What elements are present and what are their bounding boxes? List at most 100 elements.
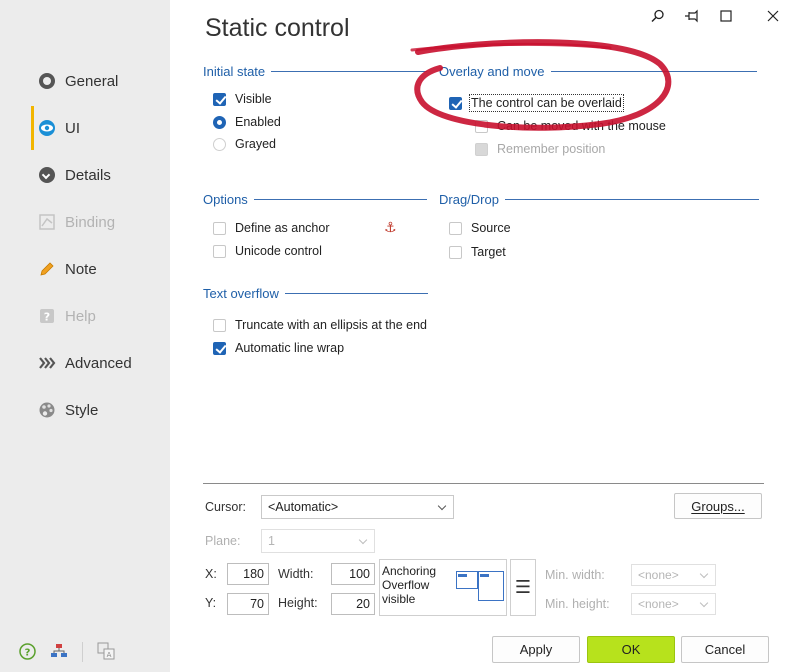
maximize-icon[interactable] <box>715 6 737 26</box>
anchoring-label: Anchoring <box>382 564 437 578</box>
search-icon[interactable] <box>647 6 669 26</box>
min-height-select[interactable]: <none> <box>631 593 716 615</box>
close-icon[interactable] <box>762 6 784 26</box>
group-divider <box>284 293 428 294</box>
moved-checkbox[interactable]: Can be moved with the mouse <box>475 119 666 133</box>
svg-text:A: A <box>107 651 112 659</box>
help-icon: ? <box>38 307 56 325</box>
width-input[interactable]: 100 <box>331 563 375 585</box>
min-height-value: <none> <box>638 597 679 611</box>
truncate-ellipsis-checkbox[interactable]: Truncate with an ellipsis at the end <box>213 318 427 332</box>
group-overlay-move: Overlay and move <box>439 64 757 79</box>
checkbox-label: Define as anchor <box>235 221 330 235</box>
source-checkbox[interactable]: Source <box>449 221 511 235</box>
checkbox-label: Source <box>471 221 511 235</box>
hierarchy-icon[interactable] <box>50 642 68 660</box>
sidebar-item-note[interactable]: Note <box>38 255 97 283</box>
cursor-value: <Automatic> <box>268 500 339 514</box>
chevron-down-icon <box>358 535 368 545</box>
cancel-button[interactable]: Cancel <box>681 636 769 663</box>
target-checkbox[interactable]: Target <box>449 245 506 259</box>
sidebar-item-label: Style <box>65 401 99 419</box>
unicode-control-checkbox[interactable]: Unicode control <box>213 244 322 258</box>
menu-icon[interactable]: ☰ <box>510 559 536 616</box>
sidebar-item-general[interactable]: General <box>38 67 118 95</box>
y-input[interactable]: 70 <box>227 593 269 615</box>
section-divider <box>203 483 764 484</box>
height-input[interactable]: 20 <box>331 593 375 615</box>
checkbox-box[interactable] <box>475 142 488 156</box>
plane-select[interactable]: 1 <box>261 529 375 553</box>
binding-icon <box>38 213 56 231</box>
groups-button[interactable]: Groups... <box>674 493 762 519</box>
group-text-overflow: Text overflow <box>203 286 428 301</box>
min-width-label: Min. width: <box>545 568 605 582</box>
min-width-select[interactable]: <none> <box>631 564 716 586</box>
sidebar-item-advanced[interactable]: Advanced <box>38 349 132 377</box>
checkbox-box[interactable] <box>213 92 226 106</box>
sidebar-item-binding[interactable]: Binding <box>38 208 115 236</box>
overlaid-checkbox[interactable]: The control can be overlaid <box>449 94 624 112</box>
checkbox-box[interactable] <box>213 221 226 235</box>
radio-label: Enabled <box>235 115 281 129</box>
checkbox-box[interactable] <box>213 244 226 258</box>
radio-dot[interactable] <box>213 115 226 129</box>
sidebar-item-label: General <box>65 72 119 90</box>
svg-text:?: ? <box>24 647 30 658</box>
radio-dot[interactable] <box>213 137 226 151</box>
anchor-icon: ⚓ <box>384 219 397 235</box>
y-label: Y: <box>205 596 217 610</box>
group-initial-state: Initial state <box>203 64 428 79</box>
x-input[interactable]: 180 <box>227 563 269 585</box>
group-divider <box>550 71 757 72</box>
checkbox-box[interactable] <box>213 341 226 355</box>
circle-icon <box>38 72 56 90</box>
eye-icon <box>38 119 56 137</box>
groups-button-label: Groups... <box>691 498 745 514</box>
sidebar: General UI Details Binding Note ? Help A… <box>0 0 170 672</box>
help-circle-icon[interactable]: ? <box>18 642 36 660</box>
sidebar-item-details[interactable]: Details <box>38 161 111 189</box>
palette-icon <box>38 401 56 419</box>
sidebar-item-label: Advanced <box>65 354 132 372</box>
checkbox-label: Target <box>471 245 506 259</box>
sidebar-item-ui[interactable]: UI <box>31 106 80 150</box>
chevron-down-icon <box>699 569 709 579</box>
sidebar-item-style[interactable]: Style <box>38 396 98 424</box>
checkbox-box[interactable] <box>449 245 462 259</box>
pin-icon[interactable] <box>681 6 703 26</box>
group-divider <box>271 71 428 72</box>
remember-position-checkbox[interactable]: Remember position <box>475 142 605 156</box>
group-options: Options <box>203 192 427 207</box>
checkbox-label: Remember position <box>497 142 606 156</box>
checkbox-label: Truncate with an ellipsis at the end <box>235 318 428 332</box>
checkbox-box[interactable] <box>449 96 462 110</box>
cursor-label: Cursor: <box>205 500 246 514</box>
grayed-radio[interactable]: Grayed <box>213 137 276 151</box>
checkbox-box[interactable] <box>449 221 462 235</box>
group-dragdrop: Drag/Drop <box>439 192 759 207</box>
anchoring-panel[interactable]: Anchoring Overflow visible <box>379 559 507 616</box>
sidebar-item-label: Details <box>65 166 111 184</box>
auto-line-wrap-checkbox[interactable]: Automatic line wrap <box>213 341 344 355</box>
checkbox-box[interactable] <box>475 119 488 133</box>
checkbox-box[interactable] <box>213 318 226 332</box>
sidebar-item-label: Binding <box>65 213 116 231</box>
group-title: Overlay and move <box>439 64 545 79</box>
height-label: Height: <box>278 596 318 610</box>
enabled-radio[interactable]: Enabled <box>213 115 281 129</box>
group-title: Drag/Drop <box>439 192 499 207</box>
footer-divider <box>82 642 83 662</box>
visible-checkbox[interactable]: Visible <box>213 92 272 106</box>
x-label: X: <box>205 567 217 581</box>
width-label: Width: <box>278 567 314 581</box>
apply-button[interactable]: Apply <box>492 636 580 663</box>
cursor-select[interactable]: <Automatic> <box>261 495 454 519</box>
define-anchor-checkbox[interactable]: Define as anchor <box>213 221 330 235</box>
ok-button[interactable]: OK <box>587 636 675 663</box>
sidebar-item-label: Help <box>65 307 96 325</box>
sidebar-item-help[interactable]: ? Help <box>38 302 96 330</box>
overflow-value: visible <box>382 592 416 606</box>
translate-icon[interactable]: A <box>97 642 115 660</box>
group-divider <box>253 199 427 200</box>
